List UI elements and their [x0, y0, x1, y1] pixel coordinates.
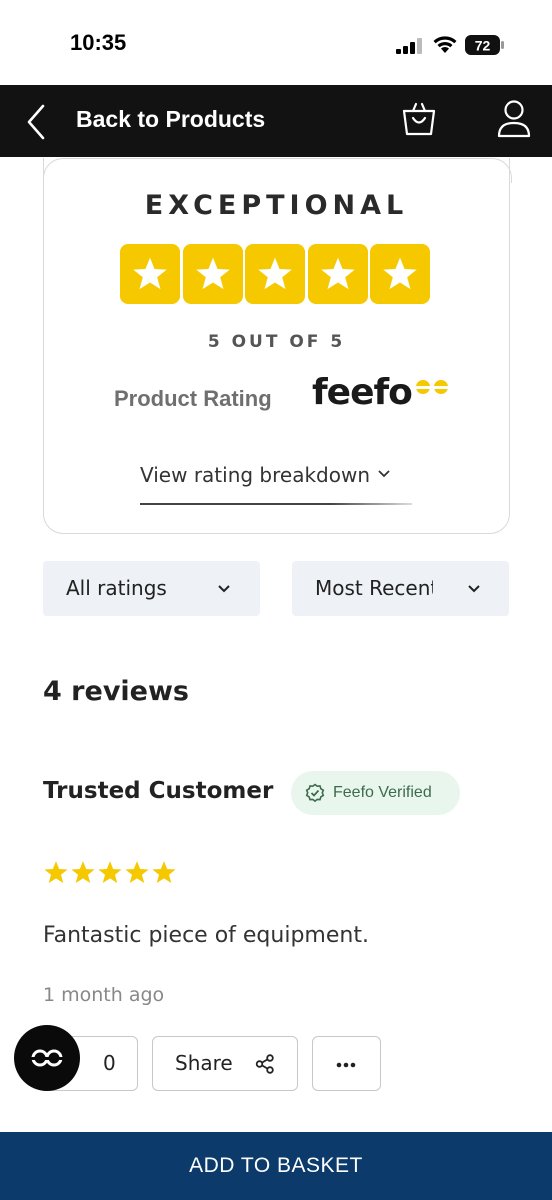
star-icon [98, 861, 122, 884]
helpful-count: 0 [103, 1051, 116, 1075]
back-to-products-link[interactable]: Back to Products [76, 106, 265, 133]
feefo-eyes-icon [415, 380, 448, 394]
view-rating-breakdown-link[interactable]: View rating breakdown [140, 463, 391, 487]
ratings-filter-select[interactable]: All ratings [43, 561, 260, 616]
feefo-widget-button[interactable] [14, 1025, 80, 1091]
chevron-down-icon [378, 470, 391, 478]
share-icon [255, 1054, 274, 1074]
star-icon [182, 244, 243, 304]
battery-level: 72 [475, 38, 491, 54]
star-icon [44, 861, 68, 884]
feefo-logo-text: feefo [312, 372, 413, 413]
chevron-down-icon [468, 585, 480, 593]
breakdown-underline [140, 503, 412, 505]
reviewer-name: Trusted Customer [43, 778, 274, 804]
review-stars [43, 860, 177, 885]
rating-summary-card: EXCEPTIONAL 5 OUT OF 5 Product Rating fe… [42, 158, 512, 534]
star-icon [307, 244, 368, 304]
star-icon [125, 861, 149, 884]
share-button[interactable]: Share [152, 1036, 298, 1091]
more-options-button[interactable] [312, 1036, 381, 1091]
share-button-label: Share [175, 1051, 233, 1075]
cellular-signal-icon [396, 38, 422, 54]
wifi-icon [433, 36, 457, 53]
review-date: 1 month ago [43, 984, 165, 1006]
ratings-filter-value: All ratings [66, 576, 167, 600]
feefo-eyes-icon [31, 1049, 63, 1067]
add-to-basket-label: ADD TO BASKET [189, 1154, 363, 1177]
rating-stars [120, 244, 430, 304]
sort-order-select[interactable]: Most Recent [292, 561, 509, 616]
review-count: 4 reviews [43, 676, 189, 707]
status-bar: 10:35 72 [0, 0, 552, 85]
more-options-icon [336, 1062, 356, 1068]
review-text: Fantastic piece of equipment. [43, 923, 369, 948]
verified-badge: Feefo Verified [291, 771, 460, 815]
shopping-bag-icon[interactable] [400, 101, 438, 137]
star-icon [120, 244, 180, 304]
battery-icon: 72 [465, 35, 505, 55]
top-nav-bar: Back to Products [0, 85, 552, 157]
star-icon [152, 861, 176, 884]
rating-score: 5 OUT OF 5 [207, 332, 346, 352]
star-icon [71, 861, 95, 884]
star-icon [245, 244, 305, 304]
user-account-icon[interactable] [496, 99, 532, 139]
breakdown-link-label: View rating breakdown [140, 463, 371, 487]
star-icon [370, 244, 430, 304]
product-rating-label: Product Rating [114, 386, 272, 411]
chevron-down-icon [218, 585, 230, 593]
verified-check-icon [305, 783, 325, 803]
status-time: 10:35 [70, 30, 127, 55]
sort-order-value: Most Recent [315, 576, 433, 600]
rating-heading: EXCEPTIONAL [144, 190, 409, 221]
feefo-logo: feefo [312, 373, 450, 413]
add-to-basket-button[interactable]: ADD TO BASKET [0, 1132, 552, 1200]
verified-badge-label: Feefo Verified [333, 784, 432, 801]
chevron-left-icon[interactable] [24, 102, 48, 142]
